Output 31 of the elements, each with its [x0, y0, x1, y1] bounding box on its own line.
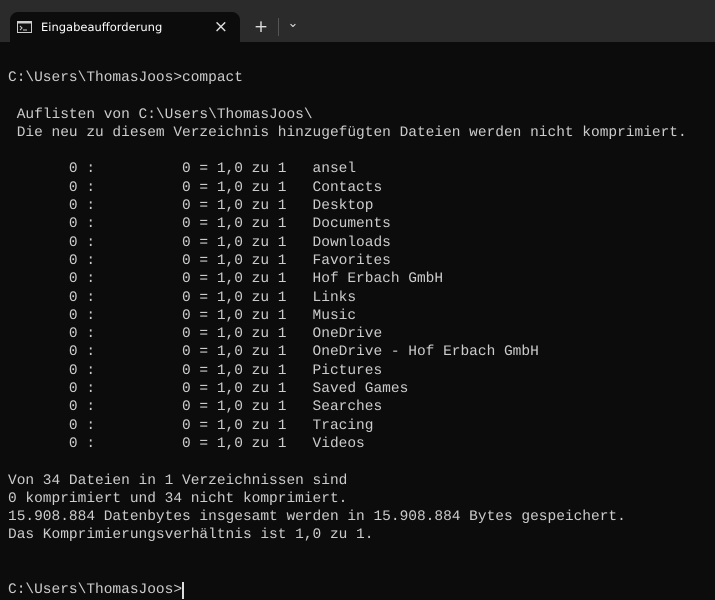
tab-title: Eingabeaufforderung — [41, 20, 164, 34]
text-cursor — [182, 582, 184, 599]
file-row-text: 0 : 0 = 1,0 zu 1 Desktop — [68, 197, 374, 216]
close-button[interactable]: × — [210, 18, 232, 36]
summary-line: Von 34 Dateien in 1 Verzeichnissen sind — [8, 472, 348, 490]
output-line: Die neu zu diesem Verzeichnis hinzugefügten Dateien werden nicht komprimiert. — [16, 124, 687, 142]
file-row-text: 0 : 0 = 1,0 zu 1 Favorites — [68, 252, 391, 270]
file-row-text: 0 : 0 = 1,0 zu 1 Music — [68, 306, 356, 326]
terminal-icon — [17, 21, 32, 33]
summary-line: 0 komprimiert und 34 nicht komprimiert. — [8, 490, 348, 508]
summary-line: 15.908.884 Datenbytes insgesamt werden in 15.908.884 Bytes gespeichert. — [8, 508, 626, 526]
terminal-tab[interactable]: Eingabeaufforderung × — [10, 12, 240, 42]
file-row-text: 0 : 0 = 1,0 zu 1 Searches — [68, 398, 382, 417]
file-row-text: 0 : 0 = 1,0 zu 1 Downloads — [68, 234, 391, 252]
output-line: Auflisten von C:\Users\ThomasJoos\ — [16, 106, 313, 124]
file-row-text: 0 : 0 = 1,0 zu 1 ansel — [68, 160, 356, 179]
file-row-text: 0 : 0 = 1,0 zu 1 Contacts — [68, 178, 382, 198]
file-row-text: 0 : 0 = 1,0 zu 1 Links — [68, 288, 356, 307]
file-row-text: 0 : 0 = 1,0 zu 1 OneDrive - Hof Erbach GmbH — [68, 343, 539, 362]
file-row-text: 0 : 0 = 1,0 zu 1 Tracing — [68, 416, 374, 435]
file-row-text: 0 : 0 = 1,0 zu 1 OneDrive — [68, 325, 382, 344]
file-row-text: 0 : 0 = 1,0 zu 1 Pictures — [68, 362, 382, 380]
dropdown-button[interactable]: ⌄ — [281, 12, 305, 36]
command-line: C:\Users\ThomasJoos>compact — [8, 69, 243, 88]
file-row-text: 0 : 0 = 1,0 zu 1 Hof Erbach GmbH — [68, 270, 444, 289]
file-row-text: 0 : 0 = 1,0 zu 1 Videos — [68, 434, 365, 454]
summary-line: Das Komprimierungsverhältnis ist 1,0 zu 1. — [8, 526, 374, 545]
new-tab-button[interactable]: + — [244, 12, 278, 42]
file-row-text: 0 : 0 = 1,0 zu 1 Saved Games — [68, 380, 408, 398]
file-row-text: 0 : 0 = 1,0 zu 1 Documents — [68, 215, 391, 234]
prompt-text: C:\Users\ThomasJoos> — [8, 581, 182, 600]
